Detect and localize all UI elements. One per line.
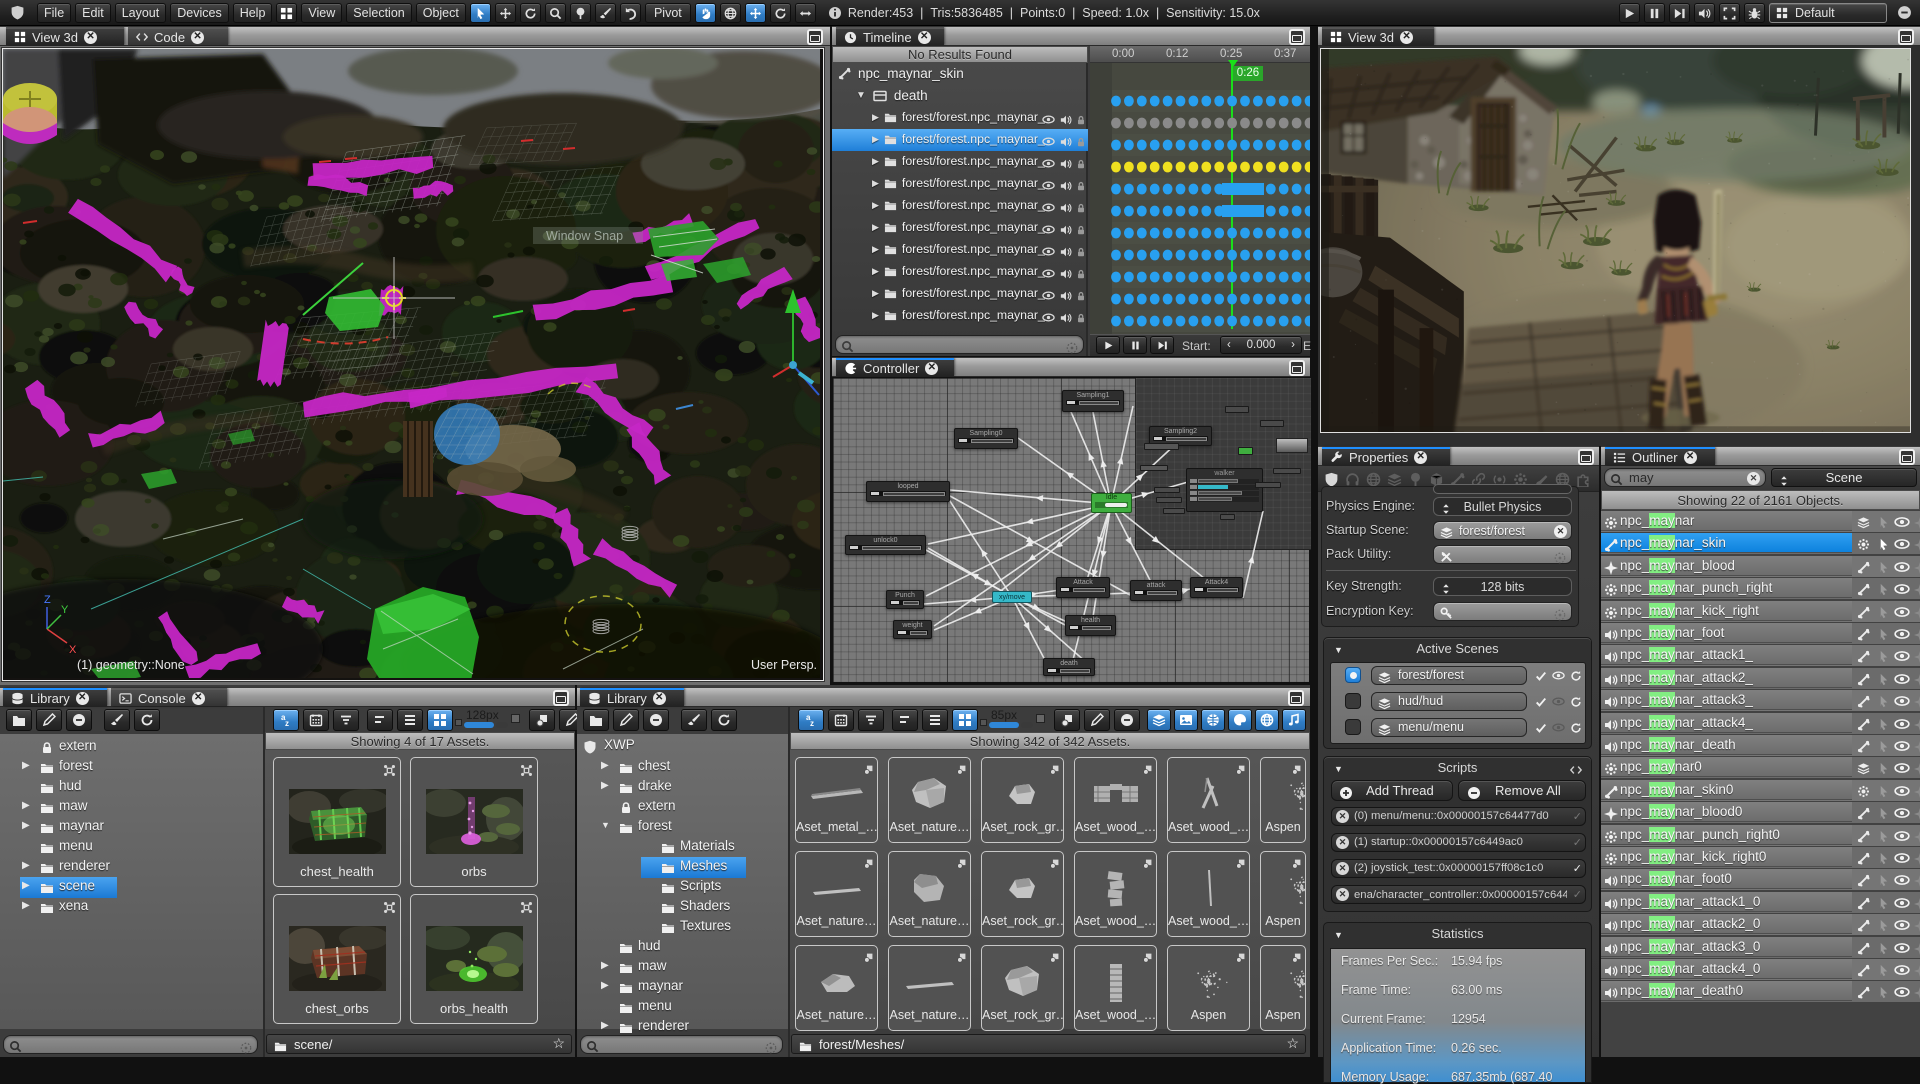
svg-text:Z: Z: [44, 594, 51, 606]
svg-text:User Persp.: User Persp.: [751, 658, 817, 672]
svg-text:z: z: [810, 719, 814, 727]
svg-text:Window Snap: Window Snap: [546, 229, 623, 243]
svg-text:Y: Y: [61, 604, 69, 616]
svg-text:X: X: [69, 644, 77, 656]
svg-text:(1) geometry::None: (1) geometry::None: [77, 658, 185, 672]
svg-text:z: z: [285, 719, 289, 727]
